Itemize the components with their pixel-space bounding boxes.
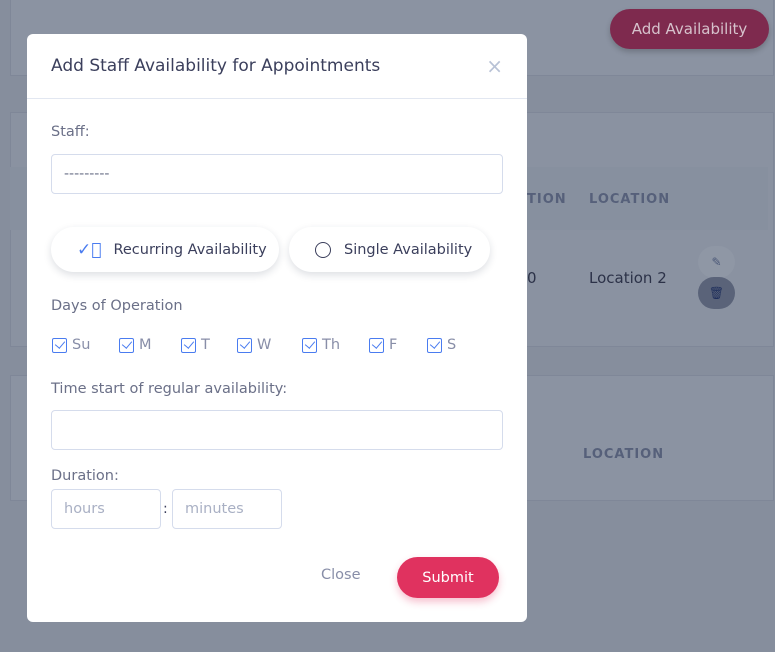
- day-label: Su: [72, 337, 91, 353]
- column-header-location: LOCATION: [589, 192, 671, 207]
- day-label: W: [257, 337, 272, 353]
- day-label: Th: [322, 337, 341, 353]
- close-icon[interactable]: ×: [486, 54, 503, 78]
- trash-icon: 🗑: [708, 286, 725, 300]
- day-label: F: [389, 337, 398, 353]
- checkbox-checked-icon: [119, 337, 134, 353]
- submit-button[interactable]: Submit: [397, 557, 499, 598]
- day-label: T: [201, 337, 210, 353]
- single-availability-option[interactable]: Single Availability: [289, 227, 490, 272]
- modal-title: Add Staff Availability for Appointments: [51, 56, 381, 76]
- recurring-availability-option[interactable]: ✓⃝ Recurring Availability: [51, 227, 279, 272]
- cell-location: Location 2: [589, 269, 667, 287]
- add-availability-button[interactable]: Add Availability: [610, 9, 769, 49]
- time-start-input[interactable]: [51, 410, 503, 450]
- column-header-partial: TION: [527, 192, 567, 207]
- staff-select[interactable]: ---------: [51, 154, 503, 194]
- close-button[interactable]: Close: [321, 567, 361, 583]
- day-checkbox-t[interactable]: T: [181, 337, 210, 353]
- duration-label: Duration:: [51, 468, 119, 484]
- day-checkbox-m[interactable]: M: [119, 337, 152, 353]
- days-label: Days of Operation: [51, 298, 183, 314]
- modal-header: Add Staff Availability for Appointments …: [27, 34, 527, 99]
- day-checkbox-f[interactable]: F: [369, 337, 397, 353]
- staff-label: Staff:: [51, 124, 90, 140]
- time-start-label: Time start of regular availability:: [51, 381, 288, 397]
- checkbox-checked-icon: [302, 337, 317, 353]
- day-checkbox-su[interactable]: Su: [52, 337, 90, 353]
- delete-button[interactable]: 🗑: [698, 277, 735, 309]
- circle-icon: [315, 241, 331, 258]
- checkbox-checked-icon: [369, 337, 384, 353]
- checkbox-checked-icon: [237, 337, 252, 353]
- minutes-input[interactable]: minutes: [172, 489, 282, 529]
- recurring-label: Recurring Availability: [113, 241, 267, 258]
- day-checkbox-th[interactable]: Th: [302, 337, 340, 353]
- day-label: S: [447, 337, 457, 353]
- column-header-location-2: LOCATION: [583, 447, 665, 462]
- checkbox-checked-icon: [181, 337, 196, 353]
- day-checkbox-w[interactable]: W: [237, 337, 271, 353]
- duration-separator: :: [163, 501, 168, 517]
- checkbox-checked-icon: [52, 337, 67, 353]
- day-checkbox-s[interactable]: S: [427, 337, 456, 353]
- check-circle-icon: ✓⃝: [77, 239, 102, 260]
- single-label: Single Availability: [344, 241, 473, 258]
- hours-input[interactable]: hours: [51, 489, 161, 529]
- cell-partial: 0: [527, 269, 537, 287]
- edit-icon: ✎: [711, 255, 722, 269]
- add-availability-modal: Add Staff Availability for Appointments …: [27, 34, 527, 622]
- edit-button[interactable]: ✎: [698, 246, 735, 278]
- day-label: M: [139, 337, 152, 353]
- checkbox-checked-icon: [427, 337, 442, 353]
